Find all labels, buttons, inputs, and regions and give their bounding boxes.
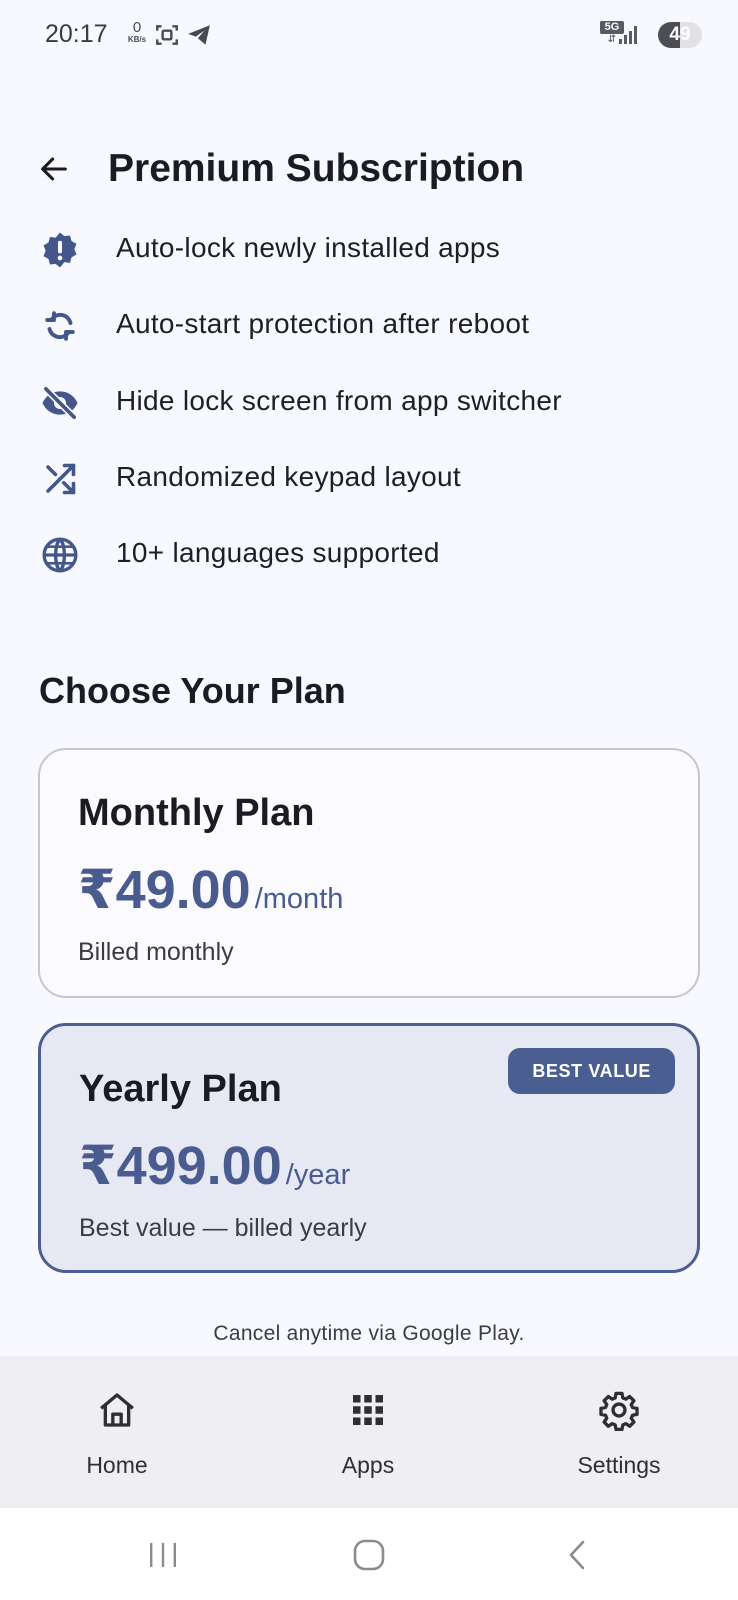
- sync-icon: [40, 306, 80, 346]
- feature-item: Hide lock screen from app switcher: [36, 377, 716, 427]
- telegram-icon: [186, 22, 212, 53]
- nav-item-apps[interactable]: Apps: [268, 1356, 468, 1508]
- nav-label: Apps: [341, 1452, 395, 1478]
- home-icon: [17, 1388, 217, 1432]
- plan-name: Yearly Plan: [79, 1068, 282, 1110]
- screenshot-icon: [154, 22, 180, 53]
- best-value-badge: BEST VALUE: [508, 1048, 675, 1094]
- monthly-plan-card[interactable]: Monthly Plan ₹49.00/month Billed monthly: [38, 748, 700, 998]
- status-bar: 20:17 0 KB/s 5G ⇵ 49: [0, 0, 738, 72]
- feature-item: 10+ languages supported: [36, 529, 716, 579]
- cancel-anytime-note: Cancel anytime via Google Play.: [213, 1322, 525, 1345]
- premium-subscription-screen: 20:17 0 KB/s 5G ⇵ 49 Premium Subscriptio…: [0, 0, 738, 1600]
- feature-label: Auto-lock newly installed apps: [116, 232, 501, 263]
- settings-gear-icon: [519, 1388, 719, 1432]
- home-circle-icon: [353, 1539, 385, 1571]
- eye-off-icon: [40, 383, 80, 423]
- feature-label: Hide lock screen from app switcher: [116, 385, 562, 416]
- signal-icon: [617, 24, 639, 51]
- back-button[interactable]: [33, 148, 75, 190]
- chevron-left-icon: [569, 1540, 585, 1570]
- recent-apps-button[interactable]: [133, 1530, 193, 1580]
- battery-level: 49: [669, 24, 691, 45]
- plan-price-amount: ₹49.00: [78, 860, 251, 920]
- home-system-button[interactable]: [339, 1530, 399, 1580]
- nav-item-home[interactable]: Home: [17, 1356, 217, 1508]
- back-system-button[interactable]: [547, 1530, 607, 1580]
- recent-apps-icon: [150, 1543, 176, 1567]
- feature-item: Auto-lock newly installed apps: [36, 224, 716, 274]
- plan-price-amount: ₹499.00: [79, 1136, 282, 1196]
- plan-description: Best value — billed yearly: [79, 1214, 367, 1242]
- feature-label: Randomized keypad layout: [116, 461, 461, 492]
- system-navigation-bar: [0, 1508, 738, 1600]
- apps-grid-icon: [268, 1388, 468, 1432]
- network-speed-value: 0: [132, 19, 142, 36]
- plan-price: ₹49.00/month: [78, 858, 343, 921]
- battery-indicator: 49: [658, 22, 702, 48]
- plan-price-period: /year: [285, 1159, 351, 1191]
- network-speed-unit: KB/s: [127, 35, 147, 44]
- feature-item: Randomized keypad layout: [36, 453, 716, 503]
- status-time: 20:17: [45, 20, 108, 48]
- choose-plan-heading: Choose Your Plan: [39, 670, 346, 711]
- feature-label: 10+ languages supported: [116, 537, 440, 568]
- plan-description: Billed monthly: [78, 938, 234, 966]
- nav-label: Home: [86, 1452, 148, 1478]
- plan-price-period: /month: [254, 883, 344, 915]
- shuffle-icon: [40, 459, 80, 499]
- plan-name: Monthly Plan: [78, 792, 315, 834]
- feature-item: Auto-start protection after reboot: [36, 300, 716, 350]
- alert-badge-icon: [40, 230, 80, 270]
- nav-item-settings[interactable]: Settings: [519, 1356, 719, 1508]
- bottom-navigation: Home Apps Settings: [0, 1356, 738, 1508]
- feature-label: Auto-start protection after reboot: [116, 308, 530, 339]
- yearly-plan-card[interactable]: BEST VALUE Yearly Plan ₹499.00/year Best…: [38, 1023, 700, 1273]
- globe-icon: [40, 535, 80, 575]
- nav-label: Settings: [577, 1452, 661, 1478]
- network-speed: 0 KB/s: [122, 20, 152, 44]
- plan-price: ₹499.00/year: [79, 1134, 350, 1197]
- arrow-left-icon: [41, 157, 67, 181]
- page-title: Premium Subscription: [108, 147, 525, 190]
